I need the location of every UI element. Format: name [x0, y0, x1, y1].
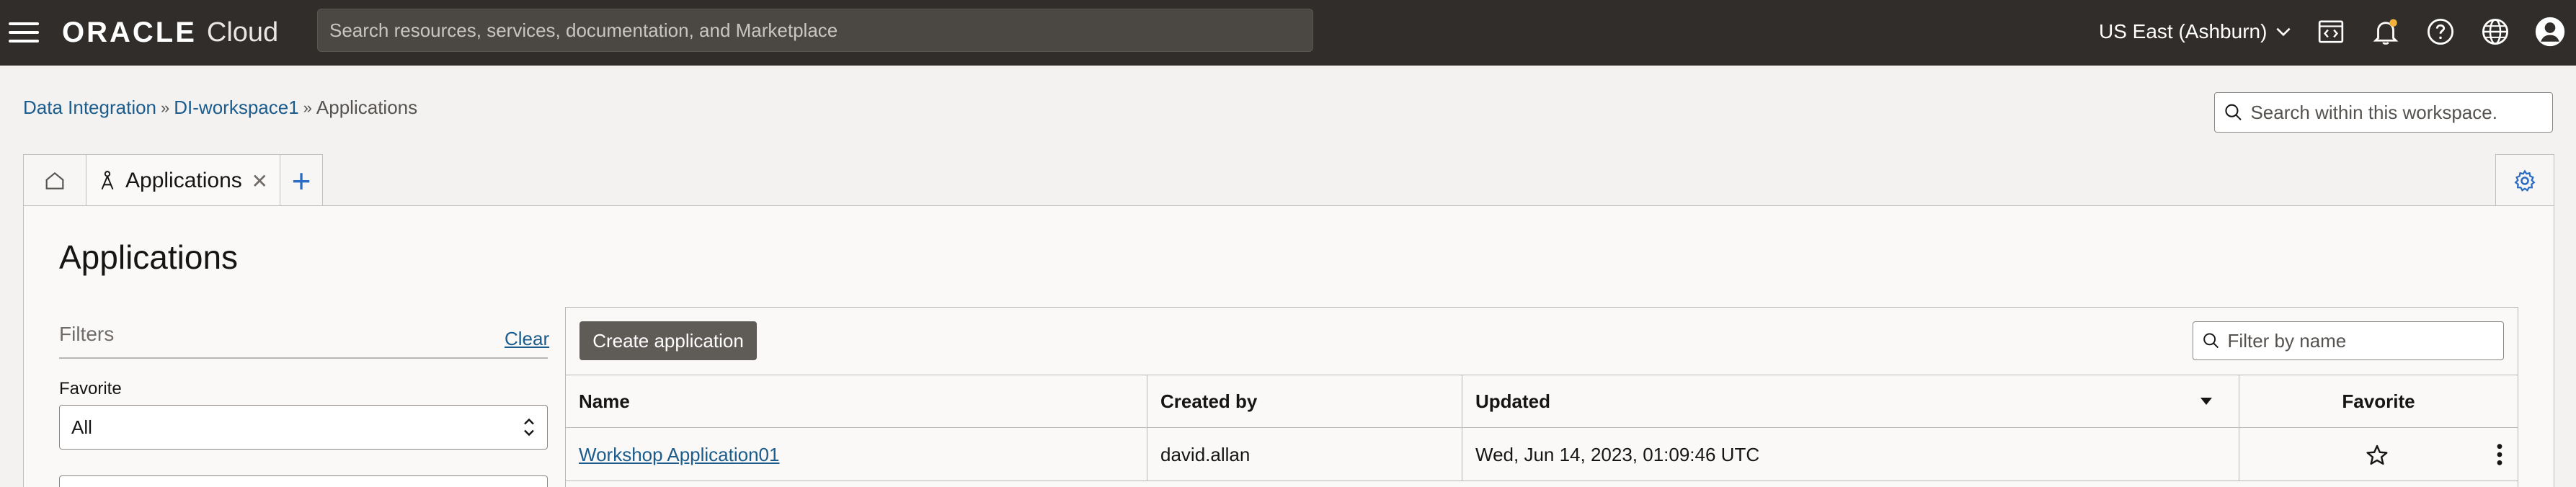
workspace-search-input[interactable] [2250, 101, 2544, 124]
global-search-input[interactable] [329, 19, 1301, 42]
close-icon[interactable]: ✕ [252, 169, 268, 193]
breadcrumb: Data Integration » DI-workspace1 » Appli… [23, 97, 417, 119]
filters-divider [59, 357, 548, 359]
search-icon [2203, 333, 2219, 349]
breadcrumb-separator: » [303, 98, 312, 117]
oracle-cloud-logo[interactable]: ORACLE Cloud [62, 14, 278, 50]
cell-name: Workshop Application01 [566, 428, 779, 481]
logo-product: Cloud [206, 17, 279, 48]
application-icon [101, 171, 114, 190]
more-actions-icon[interactable] [2495, 442, 2505, 467]
user-icon[interactable] [2533, 14, 2567, 49]
tab-home[interactable] [23, 154, 86, 206]
filter-by-name-box[interactable] [2193, 321, 2504, 360]
tab-applications[interactable]: Applications ✕ [86, 154, 280, 207]
filter-by-name-input[interactable] [2227, 329, 2495, 352]
help-icon[interactable] [2423, 14, 2458, 49]
region-label: US East (Ashburn) [2099, 20, 2268, 43]
breadcrumb-separator: » [161, 98, 170, 117]
column-header-created-by[interactable]: Created by [1147, 375, 1257, 427]
page-title: Applications [59, 238, 239, 276]
next-filter-field[interactable] [59, 475, 548, 487]
add-tab-button[interactable]: + [280, 154, 323, 206]
filters-heading: Filters [59, 323, 115, 345]
plus-icon: + [291, 161, 311, 200]
menu-icon[interactable] [9, 18, 40, 47]
favorite-filter-select[interactable]: All [59, 405, 548, 450]
bell-icon[interactable] [2368, 14, 2403, 49]
column-header-name[interactable]: Name [566, 375, 630, 427]
workspace-settings-button[interactable] [2495, 154, 2554, 206]
column-header-favorite[interactable]: Favorite [2239, 375, 2518, 427]
favorite-filter-value: All [71, 416, 92, 438]
cell-updated: Wed, Jun 14, 2023, 01:09:46 UTC [1475, 443, 1760, 465]
table-header: Name Created by Updated Favorite [566, 375, 2518, 428]
region-selector[interactable]: US East (Ashburn) [2099, 16, 2293, 48]
search-icon [2225, 104, 2242, 121]
clear-filters-link[interactable]: Clear [505, 328, 549, 350]
create-application-button[interactable]: Create application [579, 321, 757, 360]
table-row: Workshop Application01 david.allan Wed, … [566, 428, 2518, 481]
star-icon[interactable] [2365, 443, 2389, 468]
code-editor-icon[interactable] [2314, 14, 2348, 49]
breadcrumb-data-integration[interactable]: Data Integration [23, 97, 156, 119]
logo-brand: ORACLE [62, 16, 197, 48]
select-chevron-icon [524, 418, 534, 437]
global-search-box[interactable] [317, 9, 1313, 52]
globe-icon[interactable] [2478, 14, 2513, 49]
tab-applications-label: Applications [125, 169, 242, 192]
breadcrumb-workspace[interactable]: DI-workspace1 [174, 97, 298, 119]
gear-icon [2514, 169, 2536, 192]
favorite-filter-label: Favorite [59, 379, 122, 398]
home-icon [45, 171, 64, 189]
sort-descending-icon[interactable] [2199, 396, 2213, 407]
column-header-updated[interactable]: Updated [1462, 375, 1550, 427]
workspace-search-box[interactable] [2214, 92, 2553, 133]
top-navigation-bar: ORACLE Cloud US East (Ashburn) [0, 0, 2576, 66]
chevron-down-icon [2276, 27, 2291, 37]
cell-created-by: david.allan [1160, 443, 1251, 465]
application-link[interactable]: Workshop Application01 [579, 444, 779, 466]
breadcrumb-current: Applications [316, 97, 418, 118]
tab-bar: Applications ✕ + [23, 154, 323, 207]
